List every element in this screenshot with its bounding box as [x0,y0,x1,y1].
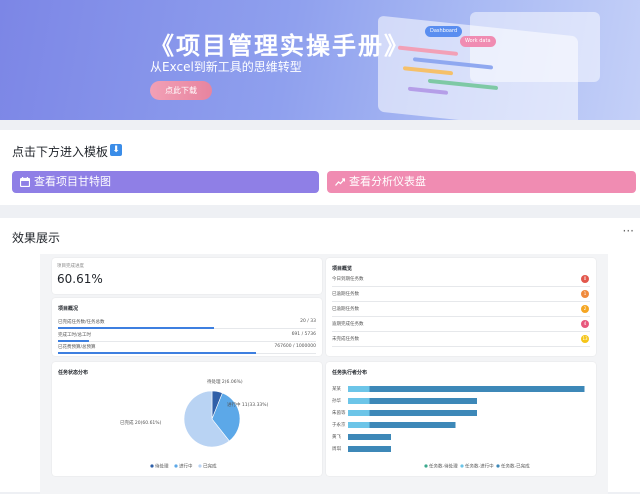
bar-segment [348,410,370,416]
project-summary-card: 项目概览 今日到期任务数 0 已逾期任务数 1 已逾期任务数 2 逾期完成任务数 4 未完成任务… [326,258,596,356]
summary-row-label: 已逾期任务数 [332,292,359,297]
bar-segment [369,398,477,404]
showcase-title: 效果展示 [12,231,61,245]
value: 767600 [274,344,292,349]
progress-bar [58,340,89,342]
progress-label: 项目完成进度 [57,264,84,269]
legend-label: 任务数-已完成 [501,463,530,470]
legend-swatch [496,464,500,468]
overview-title: 项目概况 [58,306,79,312]
value: 20 [300,319,306,324]
pie-label: 进行中 11(33.33%) [227,401,269,408]
banner-title: 《项目管理实操手册》 [150,32,410,60]
category-label: 某某 [332,386,341,392]
template-section: 点击下方进入模板 ⬇ 查看项目甘特图 查看分析仪表盘 [0,130,640,205]
count-badge: 0 [581,275,589,283]
count-badge: 2 [581,305,589,313]
bar-segment [348,422,370,428]
category-label: 孙华 [332,397,341,404]
row-divider [332,301,590,302]
row-divider [332,316,590,317]
progress-track [58,341,316,342]
legend-swatch [174,464,178,468]
summary-title: 项目概览 [332,266,353,272]
legend-swatch [198,464,202,468]
mockup-bar [428,78,498,91]
count-badge: 4 [581,320,589,328]
overview-row-label: 已花费预算/总预算 [58,345,96,350]
total: 33 [310,319,316,324]
legend-label: 任务数-进行中 [465,463,494,470]
category-label: 于永京 [332,421,346,428]
promo-banner[interactable]: Dashboard Work data 《项目管理实操手册》 从Excel到新工… [0,0,640,120]
overview-row-value: 691 / 5736 [291,332,316,337]
executor-bar-chart: 某某孙华朱茵等于永京黄飞周琪任务数-待处理 任务数-进行中 任务数-已完成 [332,386,585,470]
mockup-tag: Work data [460,36,496,47]
bar-segment [348,446,391,452]
row-divider [332,346,590,347]
gantt-chart-label: 查看项目甘特图 [34,175,111,188]
project-overview-card: 项目概况 已完成任务数/任务总数 20 / 33 完成工时/总工时 691 / … [52,298,322,356]
banner-subtitle: 从Excel到新工具的思维转型 [150,60,302,74]
executor-card: 任务执行者分布 某某 孙华 朱茵等 于永京 黄飞 周琪 任务数-待处理 任务数-进行中 任务数-… [326,362,596,476]
legend-swatch [150,464,154,468]
overview-row-value: 20 / 33 [300,319,316,324]
analytics-dashboard-button[interactable]: 查看分析仪表盘 [327,171,636,193]
legend-label: 已完成 [203,463,217,470]
analytics-dashboard-label: 查看分析仪表盘 [349,175,426,188]
bar-segment [369,410,477,416]
legend-label: 进行中 [179,463,193,470]
legend-swatch [424,464,428,468]
total: 5736 [304,332,316,337]
legend-swatch [460,464,464,468]
calendar-icon [20,177,30,187]
mockup-tag: Dashboard [425,26,463,37]
row-divider [332,331,590,332]
template-section-title: 点击下方进入模板 [12,145,109,159]
bar-segment [348,386,370,392]
pie-label: 已完成 20(60.61%) [120,419,162,426]
summary-row-label: 已逾期任务数 [332,307,359,312]
legend-label: 任务数-待处理 [429,463,458,470]
trend-chart-icon [335,178,345,186]
download-arrow-icon: ⬇ [110,144,122,156]
bar-segment [348,434,391,440]
mockup-bar [403,66,453,76]
overview-row-label: 已完成任务数/任务总数 [58,320,105,325]
showcase-section: 效果展示 ··· 项目完成进度 60.61% 项目概况 已完成任务数/任务总数 … [0,218,640,494]
count-badge: 13 [581,335,589,343]
summary-row-label: 逾期完成任务数 [332,322,364,327]
count-badge: 1 [581,290,589,298]
progress-card: 项目完成进度 60.61% [52,258,322,294]
category-label: 朱茵等 [332,409,346,416]
summary-row-label: 未完成任务数 [332,337,359,342]
category-label: 黄飞 [332,433,341,440]
download-button[interactable]: 点此下载 [150,81,212,100]
category-label: 周琪 [332,445,341,452]
value: 691 [291,332,301,337]
bar-segment [348,398,370,404]
dashboard-preview-image: 项目完成进度 60.61% 项目概况 已完成任务数/任务总数 20 / 33 完… [40,254,608,494]
progress-bar [58,327,215,329]
bar-segment [369,386,585,392]
gantt-chart-button[interactable]: 查看项目甘特图 [12,171,319,193]
mockup-bar [408,86,448,95]
more-options-icon[interactable]: ··· [623,224,634,238]
row-divider [332,286,590,287]
overview-row-value: 767600 / 1000000 [274,344,316,349]
bar-segment [369,422,456,428]
summary-row-label: 今日到期任务数 [332,277,364,282]
total: 1000000 [295,344,316,349]
progress-value: 60.61% [57,272,103,286]
task-status-card: 任务状态分布 待处理 2(6.06%) 进行中 11(33.33%) 已完成 20(… [52,362,322,476]
overview-row-label: 完成工时/总工时 [58,333,92,338]
progress-bar [58,352,257,354]
legend-label: 待处理 [155,463,169,470]
task-status-pie-chart: 待处理 2(6.06%) 进行中 11(33.33%) 已完成 20(60.61%)… [120,378,269,470]
pie-label: 待处理 2(6.06%) [207,378,243,385]
